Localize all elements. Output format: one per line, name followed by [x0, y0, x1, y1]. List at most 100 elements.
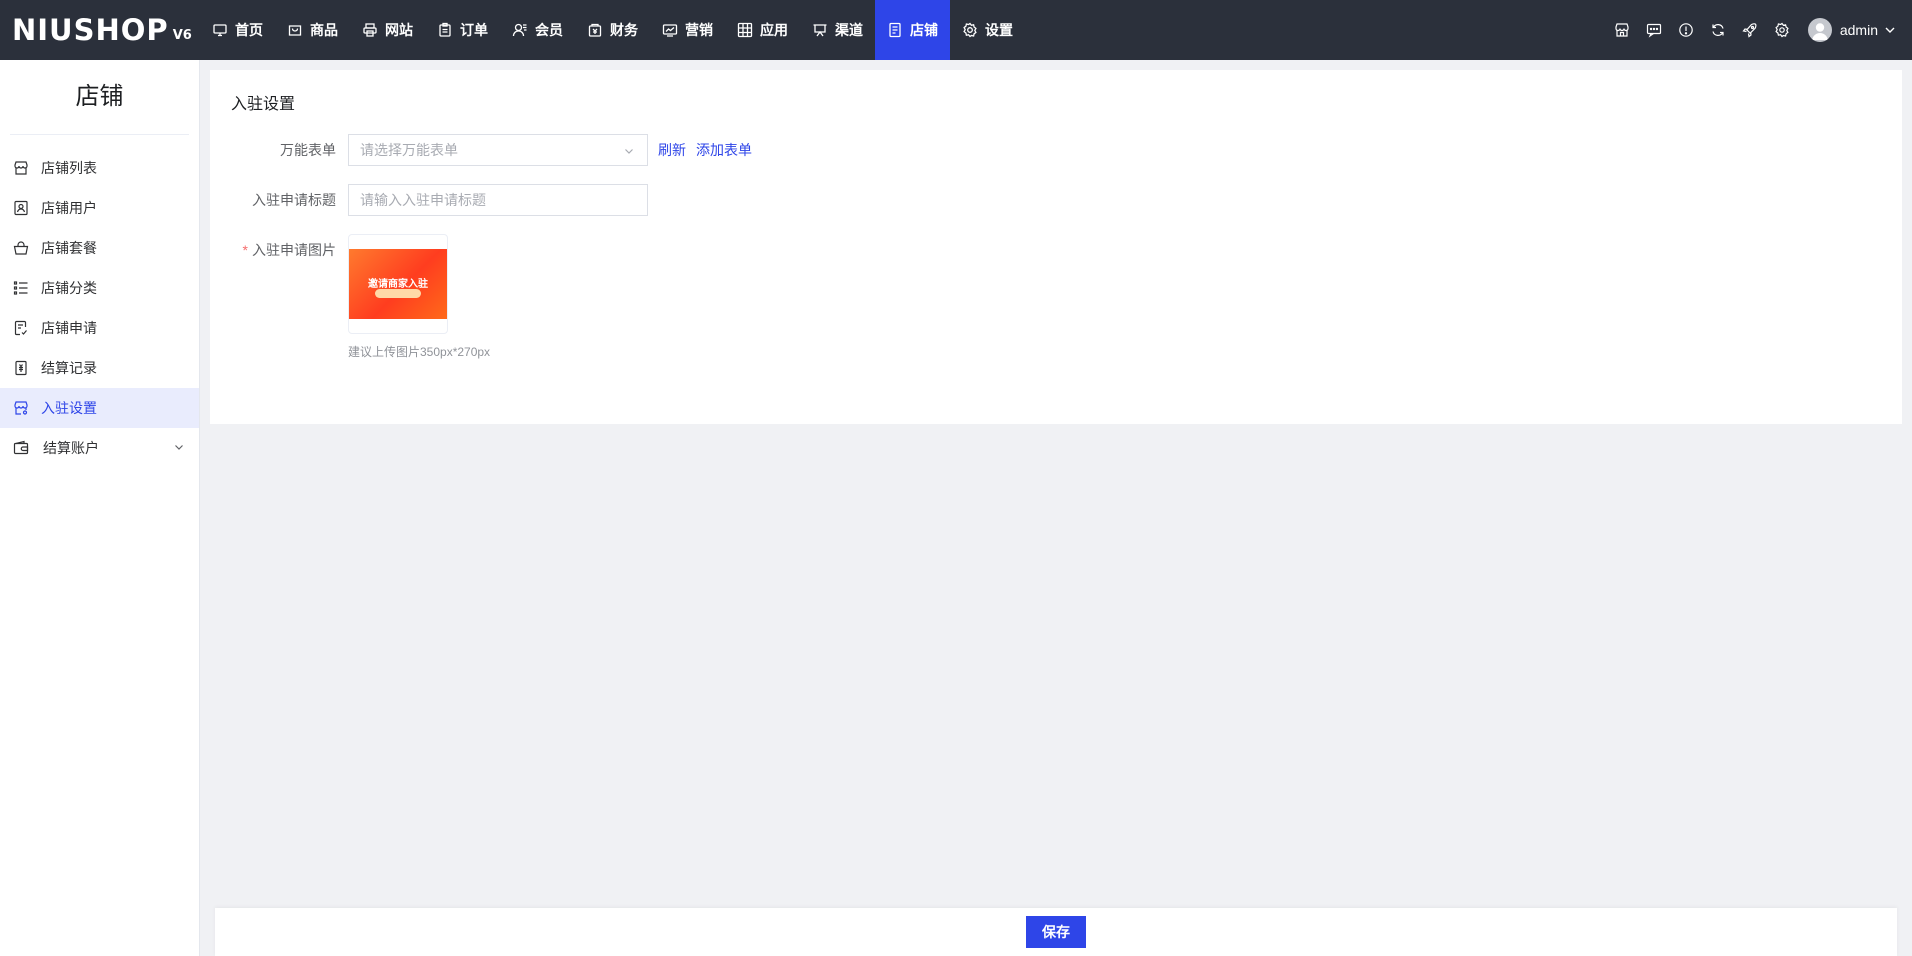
nav-item-app[interactable]: 应用 — [725, 0, 800, 60]
apply-doc-icon — [14, 320, 27, 336]
image-size-hint: 建议上传图片350px*270px — [348, 345, 491, 359]
nav-label: 商品 — [310, 22, 338, 38]
chevron-down-icon — [175, 445, 183, 450]
required-mark: * — [242, 242, 248, 258]
apply-title-input[interactable] — [348, 184, 648, 216]
category-list-icon — [13, 281, 28, 295]
member-icon — [512, 23, 527, 37]
sidebar-title: 店铺 — [10, 60, 189, 135]
nav-item-channel[interactable]: 渠道 — [800, 0, 875, 60]
sidebar-item-label: 结算记录 — [41, 360, 97, 376]
avatar — [1807, 18, 1832, 42]
sidebar-item-label: 店铺套餐 — [41, 240, 97, 256]
nav-label: 店铺 — [910, 22, 938, 38]
store-list-icon — [14, 161, 28, 175]
nav-item-home[interactable]: 首页 — [200, 0, 275, 60]
nav-label: 设置 — [985, 22, 1013, 38]
form-row-apply-image: * 入驻申请图片 邀请商家入驻 建议上传图片350px*270px — [210, 234, 490, 360]
nav-item-store[interactable]: 店铺 — [875, 0, 950, 60]
apply-image-label-text: 入驻申请图片 — [252, 242, 336, 258]
universal-form-label: 万能表单 — [280, 142, 336, 158]
sidebar-item-store-package[interactable]: 店铺套餐 — [0, 228, 199, 268]
nav-item-settings[interactable]: 设置 — [950, 0, 1025, 60]
app-grid-icon — [737, 22, 753, 38]
banner-text: 邀请商家入驻 — [368, 279, 428, 290]
user-avatar-icon — [1811, 23, 1828, 40]
chevron-down-icon — [625, 149, 633, 154]
goods-box-icon — [288, 25, 302, 36]
shop-icon[interactable] — [1614, 22, 1630, 38]
info-icon[interactable] — [1678, 22, 1694, 38]
store-user-icon — [14, 200, 28, 216]
refresh-icon[interactable] — [1710, 22, 1726, 38]
sidebar-item-label: 结算账户 — [43, 440, 99, 456]
sidebar-item-store-list[interactable]: 店铺列表 — [0, 148, 199, 188]
printer-icon — [363, 23, 377, 37]
nav-label: 订单 — [460, 22, 488, 38]
nav-item-website[interactable]: 网站 — [350, 0, 425, 60]
nav-label: 营销 — [685, 22, 713, 38]
apply-title-label: 入驻申请标题 — [252, 192, 336, 208]
sidebar-item-label: 店铺列表 — [41, 160, 97, 176]
sidebar-item-store-user[interactable]: 店铺用户 — [0, 188, 199, 228]
channel-icon — [813, 24, 827, 37]
form-row-universal-form: 万能表单 请选择万能表单 刷新 添加表单 — [210, 134, 752, 166]
user-name: admin — [1839, 22, 1878, 38]
nav-item-goods[interactable]: 商品 — [275, 0, 350, 60]
save-button[interactable]: 保存 — [1026, 916, 1086, 948]
nav-item-member[interactable]: 会员 — [500, 0, 575, 60]
sidebar: 店铺 店铺列表 店铺用户 店铺套餐 店铺分类 店铺申请 结算记录 入驻设置 结算… — [0, 60, 200, 956]
add-form-link[interactable]: 添加表单 — [696, 134, 752, 166]
apply-image-label: * 入驻申请图片 — [210, 234, 348, 266]
logo-version: V6 — [172, 27, 192, 43]
entry-banner-image: 邀请商家入驻 — [349, 249, 447, 319]
logo-text: NIUSHOP — [12, 13, 169, 47]
nav-item-marketing[interactable]: 营销 — [650, 0, 725, 60]
message-icon[interactable] — [1646, 22, 1662, 38]
nav-label: 渠道 — [835, 22, 863, 38]
sidebar-item-store-apply[interactable]: 店铺申请 — [0, 308, 199, 348]
sidebar-item-settle-record[interactable]: 结算记录 — [0, 348, 199, 388]
basket-icon — [13, 241, 29, 255]
wallet-icon — [13, 440, 29, 455]
gear-icon — [963, 22, 977, 38]
monitor-icon — [213, 24, 227, 37]
nav-label: 首页 — [235, 22, 263, 38]
nav-item-finance[interactable]: 财务 — [575, 0, 650, 60]
sidebar-item-label: 店铺申请 — [41, 320, 97, 336]
select-placeholder: 请选择万能表单 — [360, 142, 458, 158]
store-doc-icon — [889, 22, 901, 38]
settle-record-icon — [15, 360, 27, 376]
nav-label: 应用 — [760, 22, 788, 38]
chevron-down-icon — [1885, 27, 1895, 33]
sidebar-item-store-category[interactable]: 店铺分类 — [0, 268, 199, 308]
image-upload[interactable]: 邀请商家入驻 — [348, 234, 448, 334]
rocket-icon[interactable] — [1742, 22, 1758, 38]
nav-item-order[interactable]: 订单 — [425, 0, 500, 60]
image-upload-group: 邀请商家入驻 建议上传图片350px*270px — [348, 234, 490, 360]
form-row-apply-title: 入驻申请标题 — [210, 184, 648, 216]
sidebar-item-entry-settings[interactable]: 入驻设置 — [0, 388, 199, 428]
clipboard-icon — [439, 22, 451, 37]
nav-label: 财务 — [610, 22, 638, 38]
banner-pill — [375, 289, 421, 298]
sidebar-menu: 店铺列表 店铺用户 店铺套餐 店铺分类 店铺申请 结算记录 入驻设置 结算账户 — [0, 148, 199, 468]
sidebar-item-label: 入驻设置 — [41, 400, 97, 416]
top-navbar: NIUSHOP V6 首页 商品 网站 订单 会员 财务 营销 应用 渠道 店铺… — [0, 0, 1912, 60]
finance-icon — [588, 23, 602, 37]
user-menu[interactable]: admin — [1807, 18, 1896, 42]
page-title: 入驻设置 — [231, 96, 296, 113]
sidebar-item-label: 店铺分类 — [41, 280, 97, 296]
sidebar-item-settle-account[interactable]: 结算账户 — [0, 428, 199, 468]
sidebar-item-label: 店铺用户 — [41, 200, 97, 216]
refresh-link[interactable]: 刷新 — [658, 134, 686, 166]
main-nav: 首页 商品 网站 订单 会员 财务 营销 应用 渠道 店铺 设置 — [200, 0, 1025, 60]
nav-label: 网站 — [385, 22, 413, 38]
universal-form-select[interactable]: 请选择万能表单 — [348, 134, 648, 166]
nav-label: 会员 — [535, 22, 563, 38]
settings-icon[interactable] — [1774, 22, 1790, 38]
top-toolbar: admin — [1606, 0, 1912, 60]
footer-bar: 保存 — [215, 908, 1897, 956]
entry-settings-card: 入驻设置 万能表单 请选择万能表单 刷新 添加表单 入驻申请标题 *入驻申请图片… — [210, 70, 1902, 424]
logo[interactable]: NIUSHOP V6 — [0, 0, 200, 60]
